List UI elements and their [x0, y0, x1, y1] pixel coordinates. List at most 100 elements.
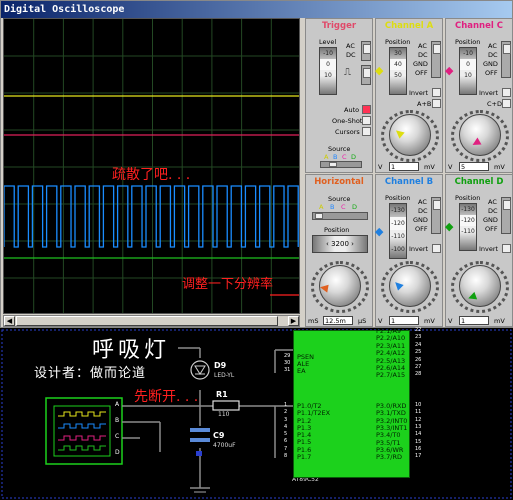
drum-tick: -10 [323, 50, 333, 57]
chip-pin-number: 17 [415, 453, 422, 460]
channel-d-ac-label: AC [488, 198, 497, 206]
scope-pin-c: C [115, 433, 120, 440]
channel-a-position-label: Position [385, 38, 411, 46]
channel-d-invert-label: Invert [479, 245, 499, 253]
channel-a-coupling-toggle[interactable] [431, 41, 441, 78]
slider-thumb[interactable] [329, 162, 337, 167]
trigger-ac-label: AC [346, 42, 355, 50]
channel-c-position-arrow-icon: ◆ [445, 64, 454, 77]
channel-a-panel: Channel A Position ◆ 30 40 50 AC DC GND … [375, 18, 443, 173]
channel-b-volts-box[interactable]: 1 [389, 316, 419, 325]
horizontal-source-slider[interactable] [312, 212, 368, 220]
chip-pin-number: 31 [284, 367, 291, 373]
channel-c-position-drum[interactable]: -10 0 10 [459, 47, 477, 95]
slider-thumb[interactable] [315, 213, 323, 219]
chip-pin-number: 12 [415, 416, 422, 423]
trigger-cursors-label: Cursors [335, 128, 360, 136]
chip-pin-number: 16 [415, 445, 422, 452]
drum-tick: 0 [460, 59, 476, 70]
trigger-source-d[interactable]: D [351, 153, 356, 161]
trigger-oneshot-label: One-Shot [332, 117, 363, 125]
channel-a-apb-button[interactable] [432, 99, 441, 108]
horizontal-time-box[interactable]: 12.5m [323, 316, 353, 325]
channel-a-v-label: V [378, 163, 383, 171]
channel-b-position-drum[interactable]: -130 -120 -110 -100 [389, 203, 407, 259]
channel-c-volts-knob[interactable] [459, 114, 501, 156]
channel-a-position-drum[interactable]: 30 40 50 [389, 47, 407, 95]
channel-d-position-arrow-icon: ◆ [445, 220, 454, 233]
trigger-source-slider[interactable] [320, 161, 362, 168]
drum-tick: 40 [390, 59, 406, 70]
channel-d-volts-box[interactable]: 1 [459, 316, 489, 325]
trigger-coupling-toggle[interactable] [361, 41, 371, 61]
trigger-source-a[interactable]: A [324, 153, 328, 161]
channel-c-gnd-label: GND [483, 60, 498, 68]
channel-c-cpd-button[interactable] [502, 99, 511, 108]
channel-a-off-label: OFF [415, 69, 428, 77]
channel-d-invert-button[interactable] [502, 244, 511, 253]
channel-c-off-label: OFF [485, 69, 498, 77]
channel-b-coupling-toggle[interactable] [431, 197, 441, 234]
channel-a-ac-label: AC [418, 42, 427, 50]
trigger-source-b[interactable]: B [333, 153, 337, 161]
trigger-cursors-button[interactable] [362, 127, 371, 136]
trigger-level-drum[interactable]: -10 0 10 [319, 47, 337, 95]
horizontal-source-d[interactable]: D [352, 203, 357, 211]
trace-channel-b [4, 185, 299, 248]
channel-c-cpd-label: C+D [487, 100, 502, 108]
chip-pin-number: 25 [415, 349, 422, 356]
channel-b-gnd-label: GND [413, 216, 428, 224]
drum-tick: -110 [391, 233, 405, 240]
chip-pin-number: 1 [284, 402, 288, 408]
horizontal-source-a[interactable]: A [319, 203, 323, 211]
trigger-source-c[interactable]: C [342, 153, 347, 161]
horizontal-position-drum[interactable]: ‹ 3200 › [312, 235, 368, 253]
channel-c-invert-button[interactable] [502, 88, 511, 97]
scroll-thumb[interactable] [16, 316, 278, 326]
screen-scrollbar[interactable]: ◀ ▶ [3, 315, 300, 327]
channel-b-off-label: OFF [415, 225, 428, 233]
channel-b-panel: Channel B Position ◆ -130 -120 -110 -100… [375, 174, 443, 327]
channel-d-unit-label: mV [494, 317, 505, 325]
chip-pin-label: EA [297, 367, 306, 375]
horizontal-source-c[interactable]: C [341, 203, 346, 211]
trigger-panel: Trigger Level -10 0 10 AC DC ⎍ Auto One-… [305, 18, 373, 173]
overlay-text-resolution: 调整一下分辨率 [182, 277, 274, 292]
channel-d-dc-label: DC [488, 207, 498, 215]
channel-d-v-label: V [448, 317, 453, 325]
trigger-auto-button[interactable] [362, 105, 371, 114]
chip-pin-number: 5 [284, 431, 288, 437]
trigger-oneshot-button[interactable] [362, 116, 371, 125]
scroll-right-arrow-icon[interactable]: ▶ [288, 316, 299, 326]
horizontal-us-label: μS [358, 317, 367, 325]
channel-c-volts-box[interactable]: 5 [459, 162, 489, 171]
trigger-edge-toggle[interactable] [361, 65, 371, 85]
channel-a-unit-label: mV [424, 163, 435, 171]
r1-value: 110 [218, 411, 230, 418]
microcontroller-chip[interactable]: PSEN ALE EA P1.0/T2 P1.1/T2EX P1.2 P1.3 P1.4 P1.… [284, 327, 421, 478]
channel-a-volts-box[interactable]: 1 [389, 162, 419, 171]
chip-pin-number: 29 [284, 353, 291, 359]
channel-d-volts-knob[interactable] [459, 265, 501, 307]
drum-tick: 30 [394, 50, 402, 57]
channel-a-invert-button[interactable] [432, 88, 441, 97]
scope-pin-a: A [115, 401, 120, 408]
channel-d-position-drum[interactable]: -130 -120 -110 [459, 203, 477, 251]
channel-a-apb-label: A+B [417, 100, 432, 108]
horizontal-source-b[interactable]: B [330, 203, 334, 211]
channel-d-coupling-toggle[interactable] [501, 197, 511, 234]
channel-c-panel: Channel C Position ◆ -10 0 10 AC DC GND … [445, 18, 513, 173]
chip-pin-number: 4 [284, 424, 288, 430]
channel-c-ac-label: AC [488, 42, 497, 50]
chip-pin-label: P1.5 [297, 438, 312, 446]
horizontal-ms-label: mS [308, 317, 319, 325]
channel-b-invert-button[interactable] [432, 244, 441, 253]
horizontal-title: Horizontal [314, 177, 364, 187]
channel-c-coupling-toggle[interactable] [501, 41, 511, 78]
channel-d-title: Channel D [454, 177, 504, 187]
chip-pin-number: 24 [415, 341, 422, 348]
channel-b-unit-label: mV [424, 317, 435, 325]
scroll-left-arrow-icon[interactable]: ◀ [4, 316, 15, 326]
channel-a-title: Channel A [384, 21, 434, 31]
trigger-auto-label: Auto [344, 106, 360, 114]
